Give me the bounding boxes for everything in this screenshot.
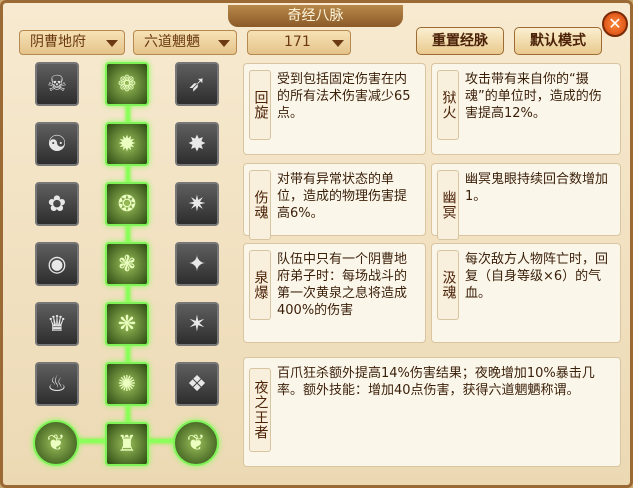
skill-name: 狱火 — [437, 70, 459, 140]
skill-text: 攻击带有来自你的“摄魂”的单位时，造成的伤害提高12%。 — [465, 72, 602, 121]
skill-name: 泉爆 — [249, 250, 271, 320]
skill-text: 每次敌方人物阵亡时，回复（自身等级×6）的气血。 — [465, 252, 609, 301]
skill-name: 汲魂 — [437, 250, 459, 320]
level-dropdown[interactable]: 171 — [247, 30, 351, 55]
skill-slot-middle-4[interactable]: ❃ — [105, 242, 149, 286]
skill-slot-right-4[interactable]: ✦ — [175, 242, 219, 286]
meridian-window: 奇经八脉 ✕ 阴曹地府 六道魍魉 171 重置经脉 默认模式 ☠ ☯ ✿ ◉ ♛… — [0, 0, 633, 488]
skill-text: 百爪狂杀额外提高14%伤害结果；夜晚增加10%暴击几率。额外技能：增加40点伤害… — [277, 366, 595, 398]
skill-desc-card: 狱火 攻击带有来自你的“摄魂”的单位时，造成的伤害提高12%。 — [431, 63, 621, 155]
skill-slot-left-2[interactable]: ☯ — [35, 122, 79, 166]
skill-slot-middle-7[interactable]: ♜ — [105, 422, 149, 466]
skill-desc-card: 夜之王者 百爪狂杀额外提高14%伤害结果；夜晚增加10%暴击几率。额外技能：增加… — [243, 357, 621, 467]
chevron-down-icon — [218, 40, 230, 47]
skill-slot-middle-2[interactable]: ✹ — [105, 122, 149, 166]
skill-desc-card: 伤魂 对带有异常状态的单位，造成的物理伤害提高6%。 — [243, 163, 426, 240]
skill-desc-card: 泉爆 队伍中只有一个阴曹地府弟子时：每场战斗的第一次黄泉之息将造成400%的伤害 — [243, 243, 426, 343]
skill-slot-middle-6[interactable]: ✺ — [105, 362, 149, 406]
skill-slot-middle-1[interactable]: ❁ — [105, 62, 149, 106]
skill-slot-left-1[interactable]: ☠ — [35, 62, 79, 106]
skill-slot-right-6[interactable]: ❖ — [175, 362, 219, 406]
school-dropdown[interactable]: 阴曹地府 — [19, 30, 125, 55]
skill-desc-card: 回旋 受到包括固定伤害在内的所有法术伤害减少65点。 — [243, 63, 426, 155]
skill-slot-bottom-right[interactable]: ❦ — [173, 420, 219, 466]
reset-meridian-button[interactable]: 重置经脉 — [416, 27, 504, 55]
skill-slot-right-5[interactable]: ✶ — [175, 302, 219, 346]
skill-name: 回旋 — [249, 70, 271, 140]
skill-name: 夜之王者 — [249, 368, 271, 452]
skill-slot-middle-3[interactable]: ❂ — [105, 182, 149, 226]
skill-text: 对带有异常状态的单位，造成的物理伤害提高6%。 — [277, 172, 408, 221]
skill-slot-bottom-left[interactable]: ❦ — [33, 420, 79, 466]
skill-slot-right-3[interactable]: ✷ — [175, 182, 219, 226]
path-dropdown[interactable]: 六道魍魉 — [133, 30, 237, 55]
skill-slot-right-2[interactable]: ✸ — [175, 122, 219, 166]
skill-name: 伤魂 — [249, 170, 271, 240]
default-mode-button[interactable]: 默认模式 — [514, 27, 602, 55]
meridian-grid: ☠ ☯ ✿ ◉ ♛ ♨ ❦ ❁ ✹ ❂ ❃ ❋ ✺ ♜ ➶ ✸ ✷ ✦ ✶ ❖ … — [19, 58, 239, 473]
skill-slot-left-5[interactable]: ♛ — [35, 302, 79, 346]
window-title: 奇经八脉 — [228, 5, 403, 27]
skill-text: 队伍中只有一个阴曹地府弟子时：每场战斗的第一次黄泉之息将造成400%的伤害 — [277, 252, 408, 318]
path-dropdown-value: 六道魍魉 — [144, 34, 200, 50]
chevron-down-icon — [106, 40, 118, 47]
skill-slot-middle-5[interactable]: ❋ — [105, 302, 149, 346]
skill-name: 幽冥 — [437, 170, 459, 240]
skill-desc-card: 幽冥 幽冥鬼眼持续回合数增加1。 — [431, 163, 621, 240]
skill-slot-left-4[interactable]: ◉ — [35, 242, 79, 286]
chevron-down-icon — [332, 40, 344, 47]
skill-text: 受到包括固定伤害在内的所有法术伤害减少65点。 — [277, 72, 411, 121]
skill-slot-left-6[interactable]: ♨ — [35, 362, 79, 406]
skill-slot-left-3[interactable]: ✿ — [35, 182, 79, 226]
school-dropdown-value: 阴曹地府 — [30, 34, 86, 50]
skill-slot-right-1[interactable]: ➶ — [175, 62, 219, 106]
skill-text: 幽冥鬼眼持续回合数增加1。 — [465, 172, 609, 204]
close-button[interactable]: ✕ — [602, 11, 628, 37]
level-dropdown-value: 171 — [284, 34, 311, 50]
skill-desc-card: 汲魂 每次敌方人物阵亡时，回复（自身等级×6）的气血。 — [431, 243, 621, 343]
